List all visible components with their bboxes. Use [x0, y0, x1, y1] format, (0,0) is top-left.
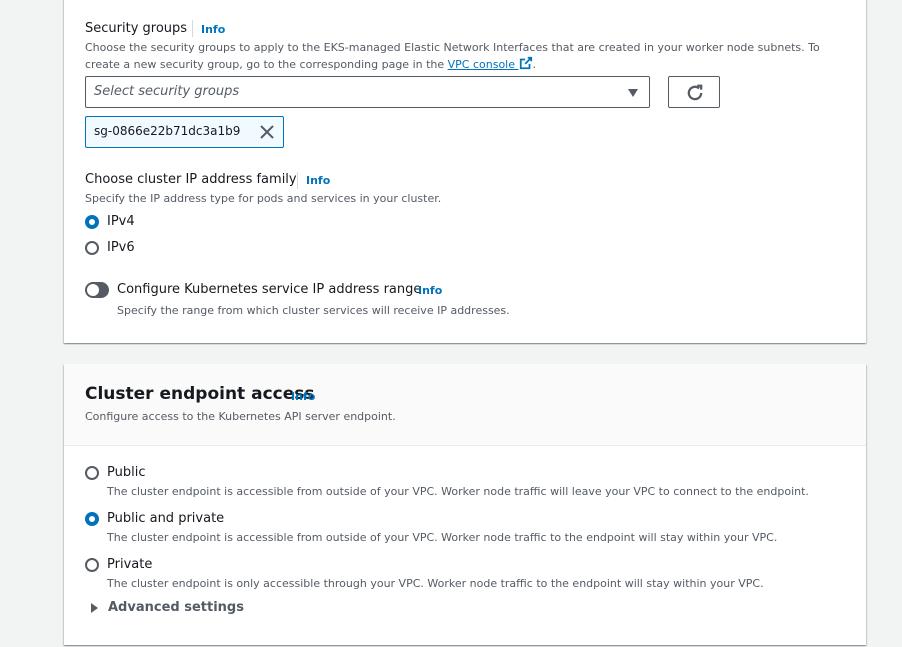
public-and-private-radio[interactable]: [85, 512, 99, 526]
advanced-settings-expander[interactable]: Advanced settings: [108, 600, 244, 615]
endpoint-access-header: [64, 364, 866, 446]
security-group-token: sg-0866e22b71dc3a1b9: [85, 116, 284, 148]
public-and-private-description: The cluster endpoint is accessible from …: [107, 531, 778, 544]
ip-family-label: Choose cluster IP address family: [85, 172, 297, 187]
private-description: The cluster endpoint is only accessible …: [107, 577, 764, 590]
vpc-console-link[interactable]: VPC console: [448, 56, 533, 71]
ipv4-radio[interactable]: [85, 215, 99, 229]
security-group-token-label: sg-0866e22b71dc3a1b9: [94, 124, 241, 138]
security-groups-placeholder: Select security groups: [94, 84, 240, 99]
info-separator: [297, 172, 298, 189]
ipv6-label: IPv6: [107, 240, 135, 255]
ipv4-label: IPv4: [107, 214, 135, 229]
external-link-icon: [519, 56, 532, 70]
service-ip-range-info-link[interactable]: Info: [418, 284, 442, 297]
caret-down-icon: [628, 89, 638, 97]
info-separator: [192, 20, 193, 37]
public-description: The cluster endpoint is accessible from …: [107, 485, 809, 498]
endpoint-access-info-link[interactable]: Info: [291, 390, 315, 403]
public-label: Public: [107, 465, 146, 480]
private-label: Private: [107, 557, 153, 572]
close-icon[interactable]: [260, 125, 274, 139]
ip-family-description: Specify the IP address type for pods and…: [85, 192, 442, 205]
security-groups-description: Choose the security groups to apply to t…: [85, 41, 820, 71]
public-and-private-label: Public and private: [107, 511, 225, 526]
ip-family-info-link[interactable]: Info: [306, 174, 330, 187]
security-groups-info-link[interactable]: Info: [201, 23, 225, 36]
refresh-icon: [687, 84, 703, 101]
caret-right-icon[interactable]: [91, 603, 98, 613]
service-ip-range-toggle[interactable]: [85, 282, 109, 298]
security-groups-select[interactable]: Select security groups: [85, 76, 650, 108]
service-ip-range-label: Configure Kubernetes service IP address …: [117, 282, 422, 297]
toggle-knob: [87, 284, 99, 296]
service-ip-range-description: Specify the range from which cluster ser…: [117, 304, 510, 317]
endpoint-access-description: Configure access to the Kubernetes API s…: [85, 410, 396, 423]
public-radio[interactable]: [85, 466, 99, 480]
ipv6-radio[interactable]: [85, 241, 99, 255]
refresh-security-groups-button[interactable]: [668, 76, 720, 108]
private-radio[interactable]: [85, 558, 99, 572]
endpoint-access-title: Cluster endpoint access: [85, 384, 315, 404]
security-groups-label: Security groups: [85, 21, 188, 36]
